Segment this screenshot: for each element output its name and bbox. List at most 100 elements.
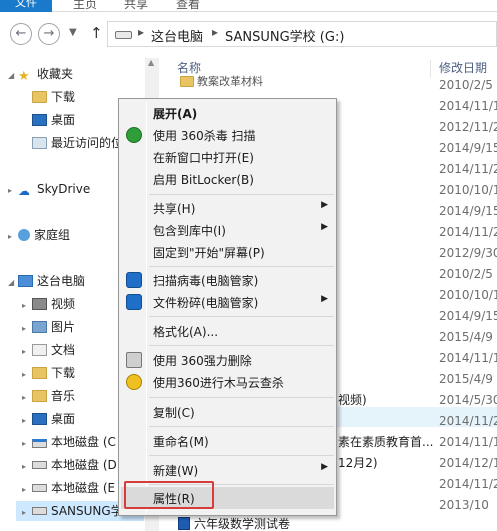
tree-item-label: 本地磁盘 (E <box>51 481 116 495</box>
menu-item-format[interactable]: 格式化(A)... <box>121 320 334 342</box>
menu-item-pin-start[interactable]: 固定到"开始"屏幕(P) <box>121 241 334 263</box>
shredder-360-icon <box>126 352 142 368</box>
file-date: 2014/12/1 <box>439 456 497 470</box>
menu-item-label: 启用 BitLocker(B) <box>153 173 254 187</box>
file-date: 2014/9/15 <box>439 204 497 218</box>
file-name[interactable]: 12月2) <box>338 453 378 473</box>
breadcrumb-separator-icon[interactable]: ▸ <box>138 25 144 39</box>
forward-arrow-icon[interactable]: → <box>38 23 60 45</box>
breadcrumb-separator-icon[interactable]: ▸ <box>212 25 218 39</box>
tree-item-pictures[interactable]: ▸ 图片 <box>22 317 75 337</box>
tab-file[interactable]: 文件 <box>0 0 52 12</box>
back-arrow-icon[interactable]: ← <box>10 23 32 45</box>
tree-item-documents[interactable]: ▸ 文档 <box>22 340 75 360</box>
tree-item-homegroup[interactable]: ▸ 家庭组 <box>8 225 70 245</box>
column-divider[interactable] <box>430 60 431 78</box>
menu-separator <box>149 194 334 195</box>
menu-item-label: 使用 360杀毒 扫描 <box>153 129 256 143</box>
file-date: 2014/9/15 <box>439 309 497 323</box>
tree-item-label: 最近访问的位 <box>51 136 124 150</box>
file-date: 2014/11/2 <box>439 477 497 491</box>
menu-item-rename[interactable]: 重命名(M) <box>121 430 334 452</box>
file-date: 2010/10/1 <box>439 183 497 197</box>
expand-arrow-icon[interactable]: ▸ <box>22 342 32 362</box>
expand-arrow-icon[interactable]: ▸ <box>22 411 32 431</box>
file-date: 2010/2/5 <box>439 267 493 281</box>
tree-item-skydrive[interactable]: ▸ ☁ SkyDrive <box>8 179 90 199</box>
tree-item-disk-e[interactable]: ▸ 本地磁盘 (E <box>22 478 115 498</box>
address-bar[interactable]: ▸ 这台电脑 ▸ SANSUNG学校 (G:) <box>107 21 497 47</box>
menu-item-include-library[interactable]: 包含到库中(I) ▶ <box>121 219 334 241</box>
file-name[interactable]: 六年级数学测试卷 <box>178 514 290 531</box>
tree-item-downloads[interactable]: 下载 <box>32 87 75 107</box>
expand-arrow-icon[interactable]: ▸ <box>22 503 32 523</box>
tree-item-disk-c[interactable]: ▸ 本地磁盘 (C <box>22 432 116 452</box>
tab-view[interactable]: 查看 <box>176 0 200 12</box>
tree-item-label: 本地磁盘 (D <box>51 458 117 472</box>
menu-item-new[interactable]: 新建(W) ▶ <box>121 459 334 481</box>
tree-item-desktop-pc[interactable]: ▸ 桌面 <box>22 409 75 429</box>
menu-item-360-force-delete[interactable]: 使用 360强力删除 <box>121 349 334 371</box>
file-name[interactable]: 视频) <box>338 390 367 410</box>
file-date: 2012/9/30 <box>439 246 497 260</box>
collapse-arrow-icon[interactable]: ◢ <box>8 273 18 293</box>
antivirus-360-icon <box>126 127 142 143</box>
tree-item-recent[interactable]: 最近访问的位 <box>32 133 123 153</box>
breadcrumb-drive[interactable]: SANSUNG学校 (G:) <box>225 26 344 45</box>
menu-item-label: 重命名(M) <box>153 435 209 449</box>
expand-arrow-icon[interactable]: ▸ <box>22 388 32 408</box>
expand-arrow-icon[interactable]: ▸ <box>22 319 32 339</box>
tree-item-favorites[interactable]: ◢ ★ 收藏夹 <box>8 64 73 84</box>
file-date: 2014/11/1 <box>439 351 497 365</box>
expand-arrow-icon[interactable]: ▸ <box>22 434 32 454</box>
menu-item-file-shred[interactable]: 文件粉碎(电脑管家) ▶ <box>121 291 334 313</box>
expand-arrow-icon[interactable]: ▸ <box>22 365 32 385</box>
expand-arrow-icon[interactable]: ▸ <box>8 181 18 201</box>
tree-item-music[interactable]: ▸ 音乐 <box>22 386 75 406</box>
pc-manager-icon <box>126 294 142 310</box>
tree-item-this-pc[interactable]: ◢ 这台电脑 <box>8 271 85 291</box>
download-icon <box>32 367 47 379</box>
tree-item-disk-d[interactable]: ▸ 本地磁盘 (D <box>22 455 117 475</box>
collapse-arrow-icon[interactable]: ◢ <box>8 66 18 86</box>
file-name-text: 教案改革材料 <box>197 75 263 88</box>
properties-highlight-box <box>124 481 214 509</box>
expand-arrow-icon[interactable]: ▸ <box>8 227 18 247</box>
menu-item-copy[interactable]: 复制(C) <box>121 401 334 423</box>
expand-arrow-icon[interactable]: ▸ <box>22 457 32 477</box>
tree-item-label: 文档 <box>51 343 76 357</box>
folder-icon <box>32 91 47 103</box>
file-date: 2014/11/2 <box>439 414 497 428</box>
file-date: 2010/10/1 <box>439 288 497 302</box>
tree-item-desktop[interactable]: 桌面 <box>32 110 75 130</box>
expand-arrow-icon[interactable]: ▸ <box>22 296 32 316</box>
desktop-icon <box>32 114 47 126</box>
folder-icon <box>180 76 194 87</box>
menu-item-label: 复制(C) <box>153 406 195 420</box>
menu-item-expand[interactable]: 展开(A) <box>121 102 334 124</box>
file-name[interactable]: 教案改革材料 <box>180 72 263 92</box>
tab-share[interactable]: 共享 <box>124 0 148 12</box>
word-document-icon <box>178 517 190 530</box>
tree-item-videos[interactable]: ▸ 视频 <box>22 294 75 314</box>
menu-item-label: 在新窗口中打开(E) <box>153 151 254 165</box>
menu-item-bitlocker[interactable]: 启用 BitLocker(B) <box>121 168 334 190</box>
file-date: 2014/9/15 <box>439 141 497 155</box>
menu-item-360-trojan-scan[interactable]: 使用360进行木马云查杀 <box>121 371 334 393</box>
menu-item-share[interactable]: 共享(H) ▶ <box>121 197 334 219</box>
expand-arrow-icon[interactable]: ▸ <box>22 480 32 500</box>
up-arrow-icon[interactable]: ↑ <box>90 24 103 42</box>
music-icon <box>32 390 47 402</box>
tree-item-label: 桌面 <box>51 412 76 426</box>
menu-separator <box>149 397 334 398</box>
breadcrumb-this-pc[interactable]: 这台电脑 <box>151 26 203 45</box>
menu-item-360-scan[interactable]: 使用 360杀毒 扫描 <box>121 124 334 146</box>
scroll-up-arrow-icon[interactable]: ▲ <box>148 58 154 67</box>
menu-item-open-new-window[interactable]: 在新窗口中打开(E) <box>121 146 334 168</box>
file-name[interactable]: 素在素质教育首... <box>338 432 433 452</box>
menu-item-scan-virus[interactable]: 扫描病毒(电脑管家) <box>121 269 334 291</box>
tree-item-downloads-pc[interactable]: ▸ 下载 <box>22 363 75 383</box>
system-disk-icon <box>32 439 47 448</box>
recent-locations-chevron-icon[interactable]: ▼ <box>69 27 77 38</box>
tab-home[interactable]: 主页 <box>73 0 97 12</box>
